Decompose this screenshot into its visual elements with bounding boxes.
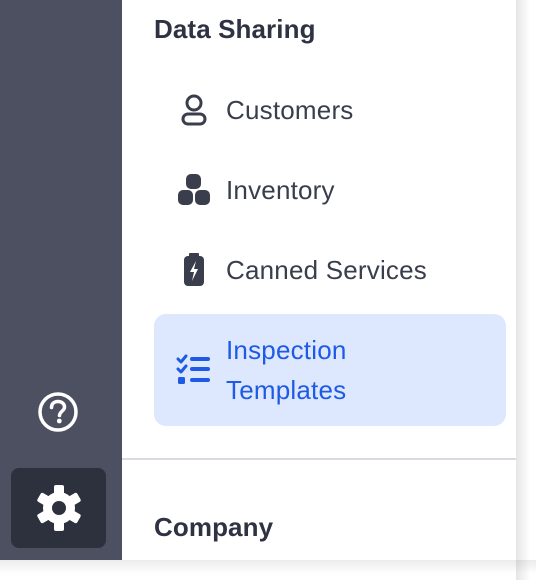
boxes-icon xyxy=(174,170,214,210)
section-divider xyxy=(122,458,516,460)
nav-item-customers[interactable]: Customers xyxy=(154,90,506,130)
settings-navigation: Data Sharing Customers Inventory Canned … xyxy=(0,0,536,580)
app-sidebar-rail xyxy=(0,0,122,560)
nav-item-label: Inspection Templates xyxy=(226,330,347,410)
nav-item-label-line1: Inspection xyxy=(226,335,347,365)
nav-item-inventory[interactable]: Inventory xyxy=(154,170,506,210)
nav-item-label-line2: Templates xyxy=(226,375,347,405)
person-icon xyxy=(174,90,214,130)
company-heading: Company xyxy=(154,512,274,542)
settings-button[interactable] xyxy=(11,468,106,548)
data-sharing-heading: Data Sharing xyxy=(154,14,316,44)
nav-item-inspection-templates[interactable]: Inspection Templates xyxy=(154,314,506,426)
question-circle-icon xyxy=(38,392,78,432)
panel-shadow-right xyxy=(516,0,536,580)
nav-item-canned-services[interactable]: Canned Services xyxy=(154,250,506,290)
nav-item-label: Inventory xyxy=(226,175,335,205)
nav-item-label: Canned Services xyxy=(226,255,427,285)
panel-shadow-bottom xyxy=(0,560,536,580)
checklist-icon xyxy=(174,350,214,390)
battery-bolt-icon xyxy=(174,250,214,290)
help-button[interactable] xyxy=(36,390,80,434)
settings-menu-panel: Data Sharing Customers Inventory Canned … xyxy=(122,0,516,560)
gear-icon xyxy=(36,485,81,531)
nav-item-label: Customers xyxy=(226,95,354,125)
